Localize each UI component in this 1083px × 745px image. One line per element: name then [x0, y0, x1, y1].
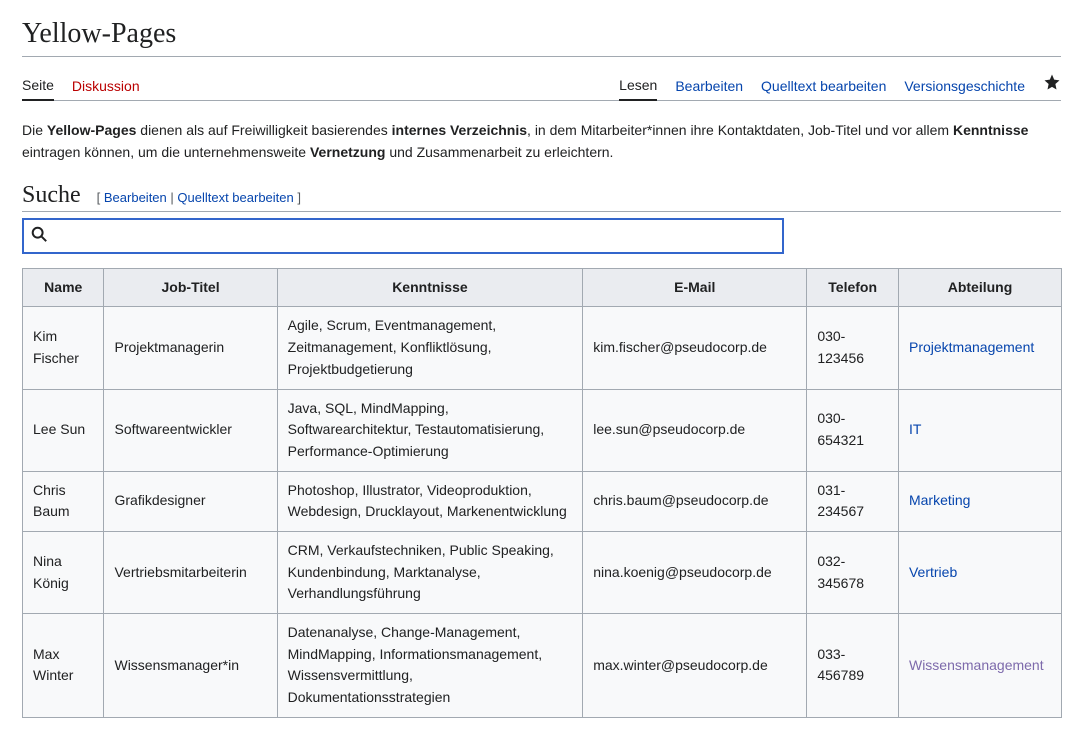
table-header-row: Name Job-Titel Kenntnisse E-Mail Telefon…: [23, 268, 1062, 307]
td-phone: 032-345678: [807, 531, 899, 613]
tab-lesen[interactable]: Lesen: [619, 71, 657, 101]
section-search-heading: Suche [ Bearbeiten | Quelltext bearbeite…: [22, 182, 1061, 212]
tab-seite[interactable]: Seite: [22, 71, 54, 101]
intro-bold: Kenntnisse: [953, 122, 1028, 138]
table-row: Chris BaumGrafikdesignerPhotoshop, Illus…: [23, 471, 1062, 531]
td-skills: Photoshop, Illustrator, Videoproduktion,…: [277, 471, 583, 531]
tabs-right: Lesen Bearbeiten Quelltext bearbeiten Versi…: [619, 67, 1061, 100]
td-phone: 030-123456: [807, 307, 899, 389]
intro-text: , in dem Mitarbeiter*innen ihre Kontaktd…: [527, 122, 953, 138]
tabs-left: Seite Diskussion: [22, 71, 140, 100]
td-name: Nina König: [23, 531, 104, 613]
dept-link[interactable]: Wissensmanagement: [909, 657, 1044, 673]
dept-link[interactable]: Vertrieb: [909, 564, 957, 580]
td-name: Lee Sun: [23, 389, 104, 471]
td-job: Softwareentwickler: [104, 389, 277, 471]
td-email: nina.koenig@pseudocorp.de: [583, 531, 807, 613]
td-job: Projektmanagerin: [104, 307, 277, 389]
td-dept: Vertrieb: [898, 531, 1061, 613]
intro-text: Die: [22, 122, 47, 138]
tab-diskussion[interactable]: Diskussion: [72, 72, 140, 100]
th-job: Job-Titel: [104, 268, 277, 307]
employee-table: Name Job-Titel Kenntnisse E-Mail Telefon…: [22, 268, 1062, 718]
td-dept: IT: [898, 389, 1061, 471]
dept-link[interactable]: Projektmanagement: [909, 339, 1034, 355]
td-phone: 031-234567: [807, 471, 899, 531]
page-title: Yellow-Pages: [22, 18, 1061, 57]
tab-quelltext-bearbeiten[interactable]: Quelltext bearbeiten: [761, 72, 886, 100]
td-job: Grafikdesigner: [104, 471, 277, 531]
th-dept: Abteilung: [898, 268, 1061, 307]
separator: |: [167, 190, 178, 205]
intro-bold: Vernetzung: [310, 144, 385, 160]
search-input[interactable]: [48, 227, 776, 245]
td-skills: Datenanalyse, Change-Management, MindMap…: [277, 614, 583, 718]
table-row: Kim FischerProjektmanagerinAgile, Scrum,…: [23, 307, 1062, 389]
tab-versionsgeschichte[interactable]: Versionsgeschichte: [904, 72, 1025, 100]
td-email: chris.baum@pseudocorp.de: [583, 471, 807, 531]
td-skills: Agile, Scrum, Eventmanagement, Zeitmanag…: [277, 307, 583, 389]
tab-bearbeiten[interactable]: Bearbeiten: [675, 72, 743, 100]
table-row: Lee SunSoftwareentwicklerJava, SQL, Mind…: [23, 389, 1062, 471]
intro-bold: Yellow-Pages: [47, 122, 136, 138]
th-phone: Telefon: [807, 268, 899, 307]
intro-bold: internes Verzeichnis: [392, 122, 527, 138]
td-skills: CRM, Verkaufstechniken, Public Speaking,…: [277, 531, 583, 613]
td-dept: Marketing: [898, 471, 1061, 531]
watchlist-star-icon[interactable]: [1043, 67, 1061, 100]
table-row: Nina KönigVertriebsmitarbeiterinCRM, Ver…: [23, 531, 1062, 613]
td-name: Chris Baum: [23, 471, 104, 531]
edit-link[interactable]: Bearbeiten: [104, 190, 167, 205]
search-icon: [30, 225, 48, 246]
td-name: Max Winter: [23, 614, 104, 718]
td-name: Kim Fischer: [23, 307, 104, 389]
th-name: Name: [23, 268, 104, 307]
td-dept: Projektmanagement: [898, 307, 1061, 389]
intro-text: eintragen können, um die unternehmenswei…: [22, 144, 310, 160]
td-skills: Java, SQL, MindMapping, Softwarearchitek…: [277, 389, 583, 471]
bracket-open: [: [97, 190, 104, 205]
td-job: Wissensmanager*in: [104, 614, 277, 718]
td-job: Vertriebsmitarbeiterin: [104, 531, 277, 613]
td-phone: 030-654321: [807, 389, 899, 471]
dept-link[interactable]: IT: [909, 421, 921, 437]
tab-bar: Seite Diskussion Lesen Bearbeiten Quelltext…: [22, 67, 1061, 101]
section-title: Suche: [22, 182, 81, 208]
intro-paragraph: Die Yellow-Pages dienen als auf Freiwill…: [22, 119, 1061, 164]
th-email: E-Mail: [583, 268, 807, 307]
td-dept: Wissensmanagement: [898, 614, 1061, 718]
intro-text: dienen als auf Freiwilligkeit basierende…: [136, 122, 391, 138]
th-skills: Kenntnisse: [277, 268, 583, 307]
section-edit-links: [ Bearbeiten | Quelltext bearbeiten ]: [97, 190, 301, 205]
edit-source-link[interactable]: Quelltext bearbeiten: [177, 190, 293, 205]
intro-text: und Zusammenarbeit zu erleichtern.: [385, 144, 613, 160]
td-email: kim.fischer@pseudocorp.de: [583, 307, 807, 389]
search-box[interactable]: [22, 218, 784, 254]
td-email: max.winter@pseudocorp.de: [583, 614, 807, 718]
table-body: Kim FischerProjektmanagerinAgile, Scrum,…: [23, 307, 1062, 717]
table-row: Max WinterWissensmanager*inDatenanalyse,…: [23, 614, 1062, 718]
td-phone: 033-456789: [807, 614, 899, 718]
dept-link[interactable]: Marketing: [909, 492, 970, 508]
bracket-close: ]: [294, 190, 301, 205]
td-email: lee.sun@pseudocorp.de: [583, 389, 807, 471]
